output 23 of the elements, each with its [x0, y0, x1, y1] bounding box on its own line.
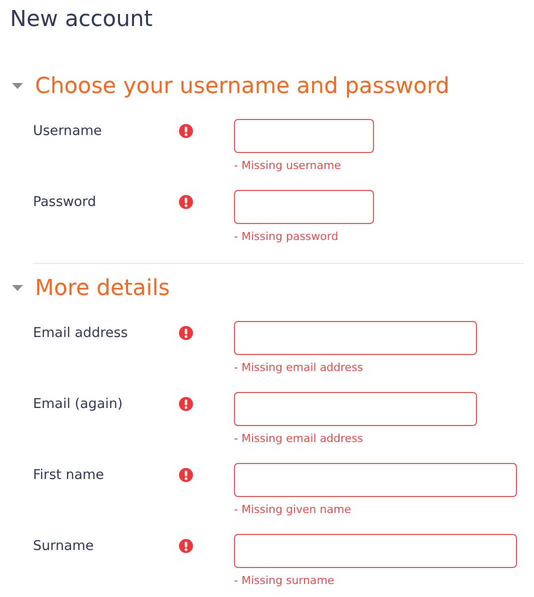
field-label: Email address: [33, 324, 129, 343]
error-message: - Missing password: [234, 230, 340, 243]
input-field[interactable]: [234, 190, 374, 224]
section-title[interactable]: Choose your username and password: [35, 74, 450, 98]
section-title[interactable]: More details: [35, 276, 170, 300]
input-field[interactable]: [234, 392, 477, 426]
error-message: - Missing email address: [234, 432, 364, 445]
field-label: Email (again): [33, 395, 124, 414]
field-label: Surname: [33, 537, 95, 556]
caret-icon[interactable]: [12, 285, 23, 291]
input-field[interactable]: [234, 321, 477, 355]
input-field[interactable]: [234, 534, 517, 568]
error-message: - Missing surname: [234, 574, 336, 587]
error-message: - Missing given name: [234, 503, 352, 516]
field-label: Password: [33, 193, 98, 212]
input-field[interactable]: [234, 119, 374, 153]
caret-icon[interactable]: [12, 83, 23, 89]
error-message: - Missing username: [234, 159, 342, 172]
input-field[interactable]: [234, 463, 517, 497]
page-title: New account: [10, 6, 154, 34]
error-message: - Missing email address: [234, 361, 364, 374]
field-label: First name: [33, 466, 105, 485]
field-label: Username: [33, 122, 103, 141]
